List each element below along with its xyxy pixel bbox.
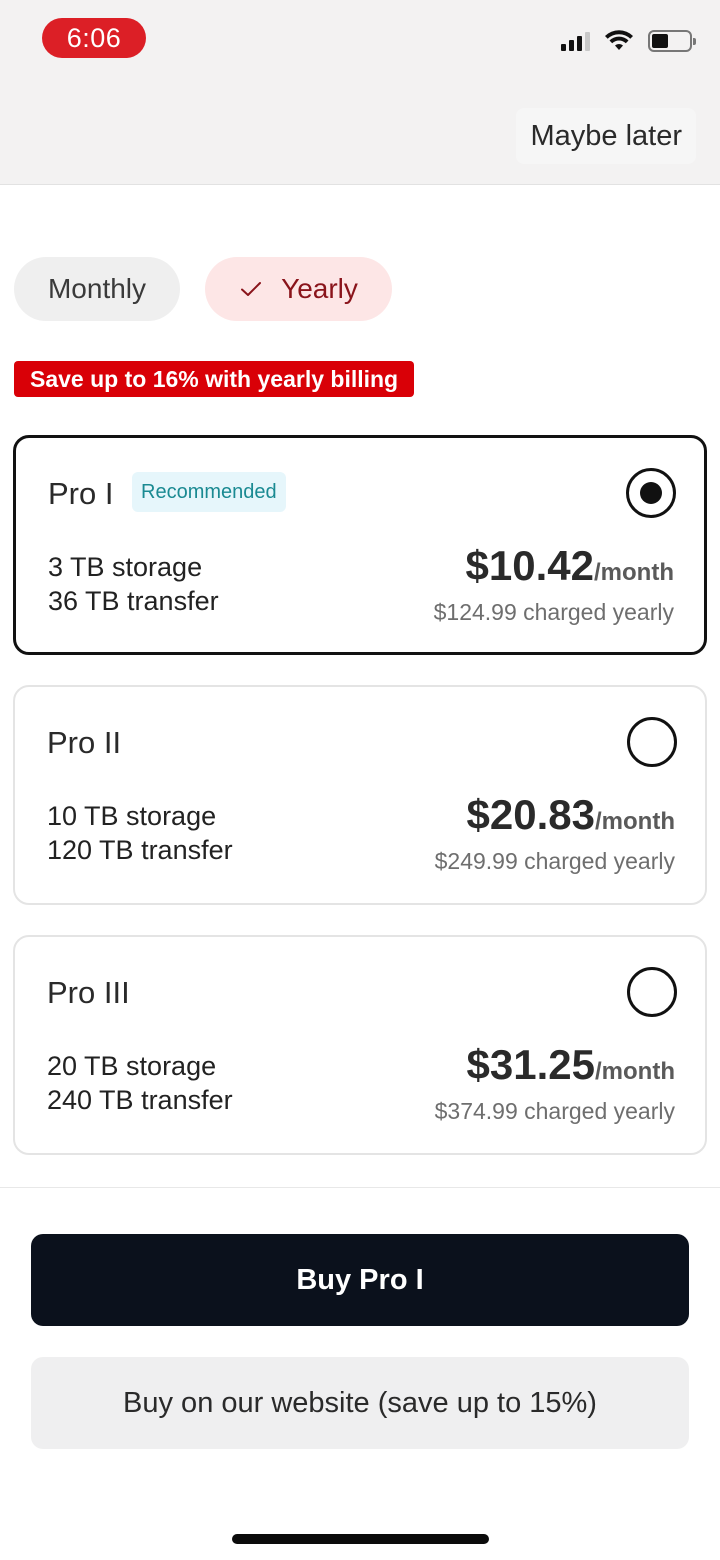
price-period: /month <box>595 1058 675 1085</box>
transfer-text: 240 TB transfer <box>47 1085 233 1115</box>
yearly-toggle[interactable]: Yearly <box>205 257 392 321</box>
plan-card-pro-2[interactable]: Pro II 10 TB storage 120 TB transfer $20… <box>13 685 707 905</box>
signal-icon <box>561 31 590 51</box>
plan-features: 10 TB storage 120 TB transfer <box>47 799 233 867</box>
transfer-text: 120 TB transfer <box>47 835 233 865</box>
plan-name: Pro I <box>48 476 114 511</box>
wifi-icon <box>605 30 633 50</box>
radio-button[interactable] <box>627 717 677 767</box>
maybe-later-button[interactable]: Maybe later <box>516 108 696 164</box>
home-indicator[interactable] <box>232 1534 489 1544</box>
plan-features: 20 TB storage 240 TB transfer <box>47 1049 233 1117</box>
yearly-toggle-label: Yearly <box>281 273 358 304</box>
storage-text: 3 TB storage <box>48 552 203 582</box>
monthly-toggle-label: Monthly <box>47 273 147 304</box>
header: 6:06 Maybe later <box>0 0 720 185</box>
promo-banner: Save up to 16% with yearly billing <box>14 361 415 397</box>
checkmark-icon <box>241 282 262 296</box>
price-value: $31.25 <box>466 1041 596 1088</box>
plan-name: Pro III <box>47 975 130 1010</box>
storage-text: 20 TB storage <box>47 1051 217 1081</box>
charged-yearly-text: $249.99 charged yearly <box>434 848 675 874</box>
price-block: $10.42/month $124.99 charged yearly <box>434 542 674 626</box>
divider <box>0 1187 720 1188</box>
plan-name: Pro II <box>47 725 122 760</box>
plan-card-pro-1[interactable]: Pro I Recommended 3 TB storage 36 TB tra… <box>13 435 707 655</box>
plan-card-pro-3[interactable]: Pro III 20 TB storage 240 TB transfer $3… <box>13 935 707 1155</box>
monthly-toggle[interactable]: Monthly <box>14 257 180 321</box>
transfer-text: 36 TB transfer <box>48 586 219 616</box>
plan-features: 3 TB storage 36 TB transfer <box>48 550 219 618</box>
price-period: /month <box>594 559 674 586</box>
price-value: $20.83 <box>466 791 596 838</box>
storage-text: 10 TB storage <box>47 801 217 831</box>
charged-yearly-text: $374.99 charged yearly <box>434 1098 675 1124</box>
recommended-badge: Recommended <box>132 472 286 512</box>
radio-button-selected[interactable] <box>626 468 676 518</box>
buy-plan-button[interactable]: Buy Pro I <box>31 1234 689 1326</box>
price-block: $20.83/month $249.99 charged yearly <box>435 791 675 875</box>
price-value: $10.42 <box>465 542 595 589</box>
status-icons <box>561 30 696 52</box>
battery-icon <box>648 30 696 52</box>
price-block: $31.25/month $374.99 charged yearly <box>435 1041 675 1125</box>
price-period: /month <box>595 808 675 835</box>
radio-button[interactable] <box>627 967 677 1017</box>
status-time: 6:06 <box>42 18 146 58</box>
charged-yearly-text: $124.99 charged yearly <box>433 599 674 625</box>
buy-on-website-button[interactable]: Buy on our website (save up to 15%) <box>31 1357 689 1449</box>
